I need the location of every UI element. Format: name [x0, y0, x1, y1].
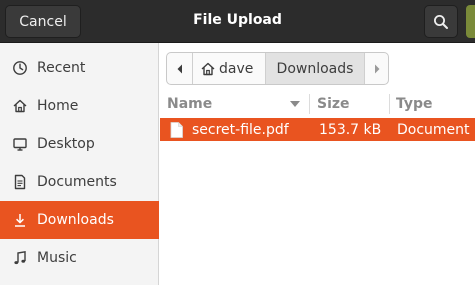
documents-icon: [11, 173, 29, 191]
path-scroll-left-button[interactable]: [167, 53, 193, 84]
pdf-file-icon: [170, 118, 183, 141]
file-row[interactable]: secret-file.pdf 153.7 kB Document: [160, 118, 475, 141]
sidebar: Recent Home Desktop Documents Downloads …: [0, 43, 159, 285]
window-edge-strip: [466, 5, 475, 38]
sidebar-item-label: Music: [37, 250, 77, 266]
sidebar-item-label: Documents: [37, 174, 117, 190]
search-icon: [434, 14, 448, 29]
sidebar-item-label: Downloads: [37, 212, 114, 228]
sidebar-item-recent[interactable]: Recent: [0, 49, 159, 87]
sidebar-item-label: Home: [37, 98, 79, 114]
column-header-size[interactable]: Size: [310, 92, 389, 116]
sidebar-item-documents[interactable]: Documents: [0, 163, 159, 201]
column-header-label: Name: [167, 96, 213, 112]
column-header-name[interactable]: Name: [160, 92, 309, 116]
header-bar: Cancel File Upload: [0, 0, 475, 43]
chevron-right-icon: [374, 64, 379, 73]
column-header-type[interactable]: Type: [390, 92, 475, 116]
path-scroll-right-button[interactable]: [364, 53, 388, 84]
column-header-label: Type: [396, 96, 433, 112]
path-home-label: dave: [219, 60, 254, 77]
file-type: Document: [397, 121, 470, 138]
desktop-icon: [11, 135, 29, 153]
path-button-downloads[interactable]: Downloads: [266, 53, 364, 84]
sidebar-item-music[interactable]: Music: [0, 239, 159, 277]
dialog-title: File Upload: [193, 12, 282, 28]
sidebar-item-label: Desktop: [37, 136, 95, 152]
sidebar-item-label: Recent: [37, 60, 86, 76]
music-icon: [11, 249, 29, 267]
home-icon: [11, 97, 29, 115]
sidebar-item-desktop[interactable]: Desktop: [0, 125, 159, 163]
downloads-icon: [11, 211, 29, 229]
home-icon: [200, 61, 216, 77]
sidebar-item-home[interactable]: Home: [0, 87, 159, 125]
path-button-home[interactable]: dave: [193, 53, 266, 84]
search-button[interactable]: [424, 5, 458, 38]
column-header-label: Size: [317, 96, 350, 112]
chevron-left-icon: [177, 64, 182, 73]
sort-descending-icon: [290, 101, 300, 107]
file-name: secret-file.pdf: [192, 121, 289, 138]
sidebar-item-downloads[interactable]: Downloads: [0, 201, 159, 239]
recent-icon: [11, 59, 29, 77]
path-bar: dave Downloads: [166, 52, 389, 85]
file-size: 153.7 kB: [319, 121, 382, 138]
